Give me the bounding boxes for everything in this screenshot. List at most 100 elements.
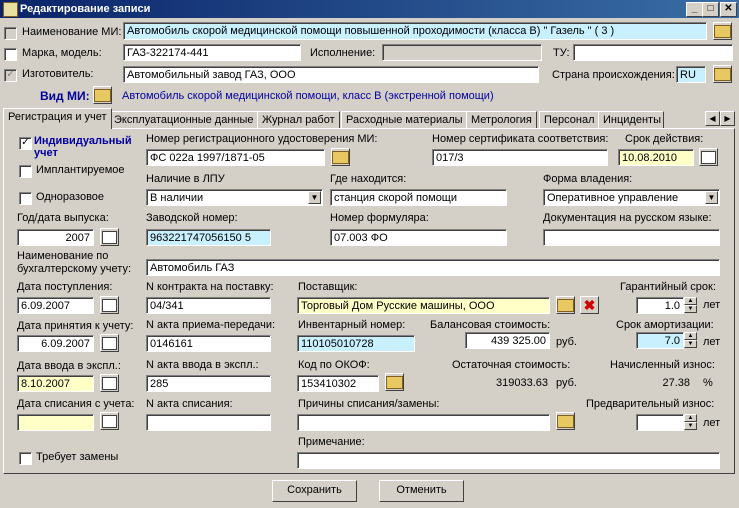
okof-open-button[interactable] xyxy=(385,373,404,391)
model-field[interactable]: ГАЗ-322174-441 xyxy=(123,44,301,61)
country-open-button[interactable] xyxy=(713,65,732,83)
close-button[interactable]: ✕ xyxy=(720,2,737,17)
regnum-open-button[interactable] xyxy=(331,148,350,166)
warranty-spinner[interactable]: ▲ ▼ xyxy=(684,297,697,314)
folder-icon xyxy=(94,89,111,102)
form-label: Номер формуляра: xyxy=(330,212,429,224)
save-button[interactable]: Сохранить xyxy=(272,480,357,502)
tu-field[interactable] xyxy=(573,44,733,61)
reason-open-button[interactable] xyxy=(556,412,575,430)
inventory-field[interactable]: 110105010728 xyxy=(297,335,415,352)
tabs-scroll-right[interactable]: ▶ xyxy=(720,111,735,126)
prewear-spinner[interactable]: ▲ ▼ xyxy=(684,414,697,431)
replace-checkbox[interactable] xyxy=(19,452,32,465)
minimize-button[interactable]: _ xyxy=(686,2,703,17)
writeoff-calendar-button[interactable] xyxy=(100,412,119,430)
where-field[interactable]: станция скорой помощи xyxy=(330,189,507,206)
form-field[interactable]: 07.003 ФО xyxy=(330,229,507,246)
contract-field[interactable]: 04/341 xyxy=(146,297,271,314)
app-icon xyxy=(3,2,18,17)
okof-field[interactable]: 153410302 xyxy=(297,375,379,392)
country-field[interactable]: RU xyxy=(676,66,706,83)
tabs-scroll-left[interactable]: ◀ xyxy=(705,111,720,126)
model-checkbox[interactable] xyxy=(4,48,17,61)
arrival-date-field[interactable]: 6.09.2007 xyxy=(17,297,94,314)
warranty-unit: лет xyxy=(703,299,721,311)
amort-label: Срок амортизации: xyxy=(616,319,714,331)
folder-icon xyxy=(557,415,574,428)
prewear-field[interactable] xyxy=(636,414,684,431)
maker-field[interactable]: Автомобильный завод ГАЗ, ООО xyxy=(123,66,539,83)
valid-calendar-button[interactable] xyxy=(699,148,718,166)
implant-label: Имплантируемое xyxy=(36,164,125,176)
calendar-icon xyxy=(102,231,117,244)
chevron-down-icon[interactable]: ▼ xyxy=(705,191,718,204)
exec-field[interactable] xyxy=(382,44,542,61)
serial-field[interactable]: 963221747056150 5 xyxy=(146,229,271,246)
folder-icon xyxy=(386,376,403,389)
docs-field[interactable] xyxy=(543,229,720,246)
cert-label: Номер сертификата соответствия: xyxy=(432,133,609,145)
act-writeoff-field[interactable] xyxy=(146,414,271,431)
wear-unit: % xyxy=(703,377,713,389)
ownership-select[interactable]: Оперативное управление ▼ xyxy=(543,189,720,206)
valid-date-field[interactable]: 10.08.2010 xyxy=(618,149,694,166)
chevron-down-icon[interactable]: ▼ xyxy=(308,191,321,204)
tab-personnel[interactable]: Персонал xyxy=(539,111,600,128)
tab-metrology[interactable]: Метрология xyxy=(466,111,537,128)
folder-icon xyxy=(714,25,731,38)
calendar-icon xyxy=(102,299,117,312)
tab-operation[interactable]: Эксплуатационные данные xyxy=(109,111,259,128)
inlpu-value: В наличии xyxy=(150,192,204,204)
supplier-open-button[interactable] xyxy=(556,296,575,314)
maker-checkbox[interactable]: ✓ xyxy=(4,69,17,82)
individual-checkbox[interactable]: ✓ xyxy=(19,137,32,150)
maximize-button[interactable]: □ xyxy=(702,2,719,17)
accept-date-field[interactable]: 6.09.2007 xyxy=(17,335,94,352)
replace-label: Требует замены xyxy=(36,451,119,463)
residual-value: 319033.63 xyxy=(496,377,548,389)
name-field[interactable]: Автомобиль скорой медицинской помощи пов… xyxy=(123,22,707,40)
commission-calendar-button[interactable] xyxy=(100,374,119,392)
residual-unit: руб. xyxy=(556,377,577,389)
name-label: Наименование МИ: xyxy=(22,26,122,38)
onetime-checkbox[interactable] xyxy=(19,192,32,205)
writeoff-label: Дата списания с учета: xyxy=(17,398,135,410)
commission-date-field[interactable]: 8.10.2007 xyxy=(17,375,94,392)
ownership-label: Форма владения: xyxy=(543,173,633,185)
act-commission-field[interactable]: 285 xyxy=(146,375,271,392)
year-field[interactable]: 2007 xyxy=(17,229,94,246)
implant-checkbox[interactable] xyxy=(19,165,32,178)
arrival-calendar-button[interactable] xyxy=(100,296,119,314)
acc-name-field[interactable]: Автомобиль ГАЗ xyxy=(146,259,720,276)
supplier-field[interactable]: Торговый Дом Русские машины, ООО xyxy=(297,297,550,314)
prewear-unit: лет xyxy=(703,417,721,429)
reason-field[interactable] xyxy=(297,414,550,431)
tab-worklog[interactable]: Журнал работ xyxy=(257,111,340,128)
warranty-field[interactable]: 1.0 xyxy=(636,297,684,314)
name-checkbox[interactable] xyxy=(4,27,17,40)
type-open-button[interactable] xyxy=(93,86,112,104)
name-open-button[interactable] xyxy=(713,22,732,40)
year-calendar-button[interactable] xyxy=(100,228,119,246)
balance-field[interactable]: 439 325.00 xyxy=(465,332,550,349)
regnum-field[interactable]: ФС 022а 1997/1871-05 xyxy=(146,149,325,166)
cert-field[interactable]: 017/3 xyxy=(432,149,608,166)
tab-incidents[interactable]: Инциденты xyxy=(598,111,664,128)
tab-consumables[interactable]: Расходные материалы xyxy=(341,111,468,128)
amort-field[interactable]: 7.0 xyxy=(636,332,684,349)
supplier-clear-button[interactable]: ✖ xyxy=(580,296,599,314)
cancel-button[interactable]: Отменить xyxy=(379,480,464,502)
acc-name-label: Наименование по бухгалтерскому учету: xyxy=(17,250,132,275)
act-transfer-field[interactable]: 0146161 xyxy=(146,335,271,352)
amort-spinner[interactable]: ▲ ▼ xyxy=(684,332,697,349)
accept-calendar-button[interactable] xyxy=(100,334,119,352)
inlpu-select[interactable]: В наличии ▼ xyxy=(146,189,323,206)
delete-icon: ✖ xyxy=(583,297,596,313)
note-field[interactable] xyxy=(297,452,720,469)
wear-value: 27.38 xyxy=(662,377,690,389)
writeoff-date-field[interactable] xyxy=(17,414,94,431)
supplier-label: Поставщик: xyxy=(298,281,358,293)
tab-registration[interactable]: Регистрация и учет xyxy=(3,108,112,129)
balance-unit: руб. xyxy=(556,336,577,348)
